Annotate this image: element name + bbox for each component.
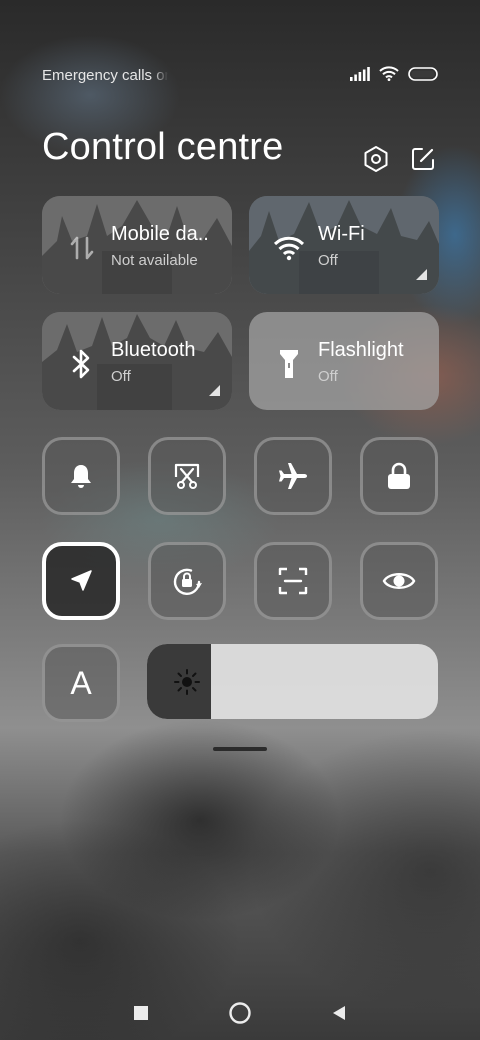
- airplane-icon: [279, 463, 307, 489]
- recents-icon: [134, 1006, 148, 1020]
- home-icon: [229, 1002, 251, 1024]
- lock-icon: [388, 462, 410, 489]
- settings-hexagon-icon: [364, 146, 388, 172]
- scan-icon: [278, 567, 308, 595]
- toggle-scanner[interactable]: [254, 542, 332, 620]
- status-icons: [350, 66, 438, 81]
- back-icon: [333, 1006, 345, 1020]
- drag-handle[interactable]: [213, 747, 267, 751]
- tile-flashlight[interactable]: Flashlight Off: [249, 312, 439, 410]
- tile-state: Not available: [111, 252, 198, 269]
- expand-corner-icon[interactable]: [209, 385, 220, 396]
- mobile-data-icon: [64, 230, 100, 266]
- tile-name: Bluetooth: [111, 339, 196, 361]
- screenshot-icon: [174, 463, 200, 489]
- location-icon: [71, 570, 92, 591]
- tile-state: Off: [318, 252, 338, 269]
- bell-icon: [71, 465, 91, 488]
- tile-name: Flashlight: [318, 339, 404, 361]
- tile-state: Off: [318, 368, 338, 385]
- brightness-slider[interactable]: [147, 644, 438, 719]
- battery-icon: [408, 66, 438, 81]
- auto-brightness-icon: A: [70, 664, 92, 701]
- settings-button[interactable]: [361, 144, 391, 174]
- wifi-icon: [271, 230, 307, 266]
- edit-button[interactable]: [408, 144, 438, 174]
- wifi-icon: [379, 66, 399, 81]
- toggle-reading-mode[interactable]: [360, 542, 438, 620]
- recents-button[interactable]: [126, 998, 156, 1028]
- bluetooth-icon: [64, 346, 100, 382]
- carrier-status-text: Emergency calls only: [42, 67, 168, 84]
- toggle-rotation-lock[interactable]: [148, 542, 226, 620]
- page-title: Control centre: [42, 126, 284, 168]
- signal-icon: [350, 66, 370, 81]
- expand-corner-icon[interactable]: [416, 269, 427, 280]
- status-bar: Emergency calls only: [42, 64, 438, 88]
- tile-name: Mobile da..: [111, 223, 209, 245]
- eye-icon: [382, 573, 416, 589]
- toggle-lock-screen[interactable]: [360, 437, 438, 515]
- tile-bluetooth[interactable]: Bluetooth Off: [42, 312, 232, 410]
- toggle-location[interactable]: [42, 542, 120, 620]
- rotation-lock-icon: [173, 568, 202, 595]
- home-button[interactable]: [225, 998, 255, 1028]
- toggle-screenshot[interactable]: [148, 437, 226, 515]
- toggle-airplane-mode[interactable]: [254, 437, 332, 515]
- tile-mobile-data[interactable]: Mobile da.. Not available: [42, 196, 232, 294]
- tile-name: Wi-Fi: [318, 223, 365, 245]
- tile-wifi[interactable]: Wi-Fi Off: [249, 196, 439, 294]
- toggle-sound[interactable]: [42, 437, 120, 515]
- edit-icon: [412, 148, 434, 170]
- sun-icon: [174, 669, 200, 695]
- back-button[interactable]: [324, 998, 354, 1028]
- tile-state: Off: [111, 368, 131, 385]
- flashlight-icon: [271, 346, 307, 382]
- toggle-auto-brightness[interactable]: A: [42, 644, 120, 722]
